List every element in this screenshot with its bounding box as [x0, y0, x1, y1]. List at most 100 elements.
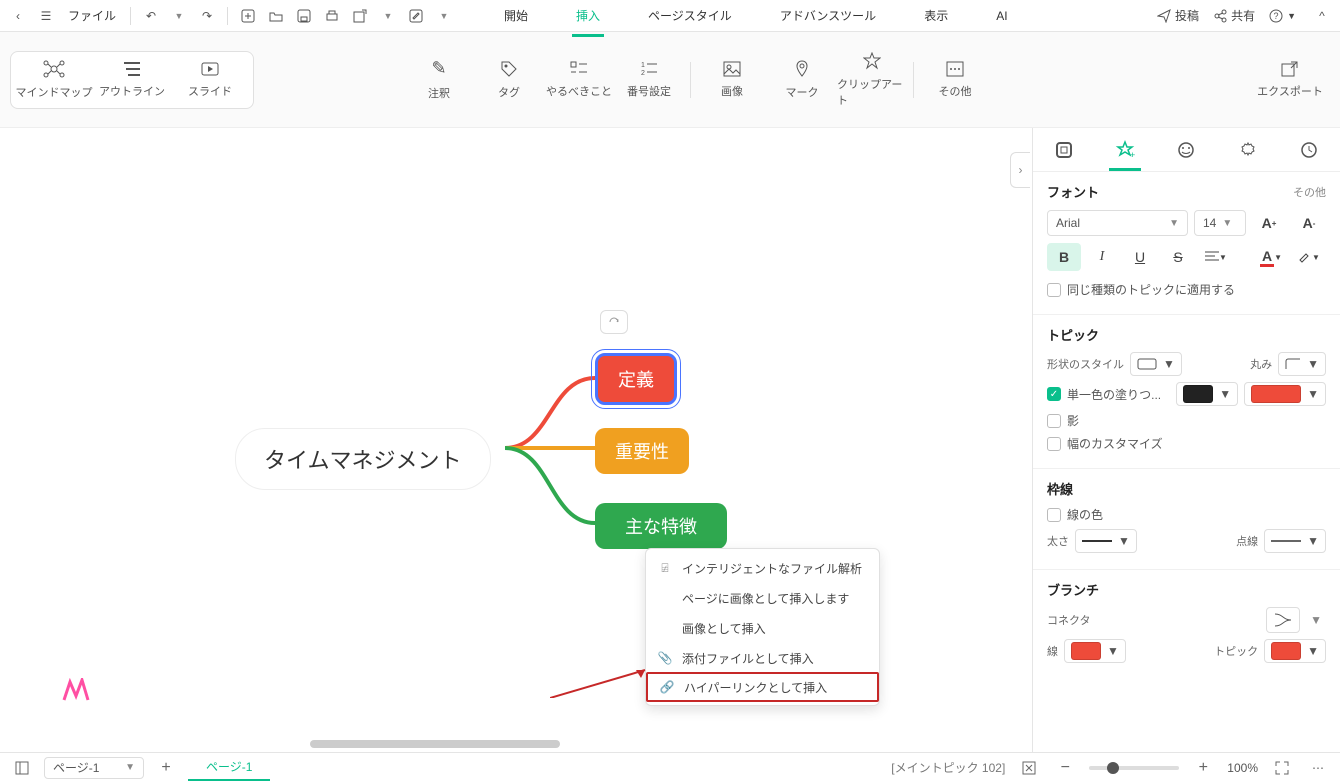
- ctx-intelligent-parse[interactable]: ⍯インテリジェントなファイル解析: [646, 553, 879, 583]
- topic-color-select[interactable]: ▼: [1264, 639, 1326, 663]
- topic-features[interactable]: 主な特徴: [595, 503, 727, 549]
- align-button[interactable]: ▼: [1199, 243, 1233, 271]
- outline-pane-icon[interactable]: [10, 756, 34, 780]
- chevron-down-icon[interactable]: ▼: [1306, 613, 1326, 627]
- ctx-insert-image[interactable]: 画像として挿入: [646, 613, 879, 643]
- page-select[interactable]: ページ-1▼: [44, 757, 144, 779]
- decrease-font-button[interactable]: A-: [1292, 209, 1326, 237]
- outline-icon: [122, 61, 142, 77]
- highlight-button[interactable]: ▼: [1292, 243, 1326, 271]
- slide-mode-button[interactable]: スライド: [171, 60, 249, 100]
- file-menu[interactable]: ファイル: [62, 7, 122, 24]
- more-status-icon[interactable]: ⋯: [1306, 756, 1330, 780]
- ctx-insert-page-image[interactable]: ページに画像として挿入します: [646, 583, 879, 613]
- central-topic[interactable]: タイムマネジメント: [235, 428, 491, 490]
- panel-tab-emoji[interactable]: [1166, 130, 1206, 170]
- share-button[interactable]: 共有: [1213, 7, 1255, 24]
- open-icon[interactable]: [264, 4, 288, 28]
- numbering-button[interactable]: 12番号設定: [614, 52, 684, 108]
- new-icon[interactable]: [236, 4, 260, 28]
- menu-icon[interactable]: ☰: [34, 4, 58, 28]
- mark-button[interactable]: マーク: [767, 52, 837, 108]
- thickness-select[interactable]: ▼: [1075, 529, 1137, 553]
- outline-mode-button[interactable]: アウトライン: [93, 60, 171, 100]
- clipart-button[interactable]: クリップアート: [837, 52, 907, 108]
- round-select[interactable]: ▼: [1278, 352, 1326, 376]
- tag-button[interactable]: タグ: [474, 52, 544, 108]
- label: 画像として挿入: [682, 620, 766, 637]
- tab-insert[interactable]: 挿入: [572, 1, 604, 30]
- add-page-button[interactable]: +: [154, 756, 178, 780]
- panel-tab-style[interactable]: +: [1105, 130, 1145, 170]
- dropdown-icon[interactable]: ▼: [432, 4, 456, 28]
- ctx-insert-attachment[interactable]: 📎添付ファイルとして挿入: [646, 643, 879, 673]
- page-tab-1[interactable]: ページ-1: [188, 754, 270, 781]
- width-checkbox[interactable]: [1047, 437, 1061, 451]
- node-toolbar-icon[interactable]: [600, 310, 628, 334]
- redo-icon[interactable]: ↷: [195, 4, 219, 28]
- chevron-down-icon: ▼: [1169, 218, 1179, 229]
- edit-icon[interactable]: [404, 4, 428, 28]
- line-color-select[interactable]: ▼: [1064, 639, 1126, 663]
- shadow-checkbox[interactable]: [1047, 414, 1061, 428]
- topic-definition[interactable]: 定義: [595, 353, 677, 405]
- zoom-in-button[interactable]: +: [1191, 756, 1215, 780]
- more-button[interactable]: その他: [920, 52, 990, 108]
- collapse-ribbon-icon[interactable]: ^: [1310, 4, 1334, 28]
- post-button[interactable]: 投稿: [1157, 7, 1199, 24]
- border-section: 枠線 線の色 太さ ▼ 点線 ▼: [1033, 469, 1340, 570]
- fill-color-1[interactable]: ▼: [1176, 382, 1238, 406]
- value: 14: [1203, 216, 1216, 230]
- tab-advanced[interactable]: アドバンスツール: [776, 1, 880, 30]
- tab-view[interactable]: 表示: [920, 1, 952, 30]
- slider-thumb[interactable]: [1107, 762, 1119, 774]
- fit-screen-icon[interactable]: [1017, 756, 1041, 780]
- shape-style-select[interactable]: ▼: [1130, 352, 1182, 376]
- fill-color-2[interactable]: ▼: [1244, 382, 1326, 406]
- zoom-out-button[interactable]: −: [1053, 756, 1077, 780]
- section-title: トピック: [1047, 325, 1099, 344]
- label: 同じ種類のトピックに適用する: [1067, 281, 1235, 298]
- undo-dropdown-icon[interactable]: ▼: [167, 4, 191, 28]
- panel-tab-settings[interactable]: [1228, 130, 1268, 170]
- increase-font-button[interactable]: A+: [1252, 209, 1286, 237]
- zoom-slider[interactable]: [1089, 766, 1179, 770]
- dropdown-icon[interactable]: ▼: [376, 4, 400, 28]
- panel-tab-layout[interactable]: [1044, 130, 1084, 170]
- share-export-icon[interactable]: [348, 4, 372, 28]
- back-icon[interactable]: ‹: [6, 4, 30, 28]
- save-icon[interactable]: [292, 4, 316, 28]
- panel-toggle-button[interactable]: ›: [1010, 152, 1030, 188]
- tab-start[interactable]: 開始: [500, 1, 532, 30]
- font-family-select[interactable]: Arial▼: [1047, 210, 1188, 236]
- font-color-button[interactable]: A▼: [1254, 243, 1288, 271]
- annotation-button[interactable]: ✎注釈: [404, 52, 474, 108]
- fullscreen-icon[interactable]: [1270, 756, 1294, 780]
- underline-button[interactable]: U: [1123, 243, 1157, 271]
- help-button[interactable]: ?▼: [1269, 9, 1296, 23]
- italic-button[interactable]: I: [1085, 243, 1119, 271]
- panel-tab-history[interactable]: [1289, 130, 1329, 170]
- font-size-select[interactable]: 14▼: [1194, 210, 1246, 236]
- annotation-arrow: [550, 668, 650, 698]
- print-icon[interactable]: [320, 4, 344, 28]
- mindmap-mode-button[interactable]: マインドマップ: [15, 60, 93, 100]
- todo-button[interactable]: やるべきこと: [544, 52, 614, 108]
- tab-page-style[interactable]: ページスタイル: [644, 1, 736, 30]
- undo-icon[interactable]: ↶: [139, 4, 163, 28]
- topic-importance[interactable]: 重要性: [595, 428, 689, 474]
- apply-same-checkbox[interactable]: [1047, 283, 1061, 297]
- border-color-checkbox[interactable]: [1047, 508, 1061, 522]
- ctx-insert-hyperlink[interactable]: 🔗ハイパーリンクとして挿入: [646, 672, 879, 702]
- canvas[interactable]: タイムマネジメント 定義 重要性 主な特徴 ⍯インテリジェントなファイル解析 ペ…: [0, 128, 1030, 752]
- tab-ai[interactable]: AI: [992, 3, 1011, 29]
- fill-checkbox[interactable]: ✓: [1047, 387, 1061, 401]
- bold-button[interactable]: B: [1047, 243, 1081, 271]
- horizontal-scrollbar[interactable]: [310, 740, 560, 748]
- dotted-select[interactable]: ▼: [1264, 529, 1326, 553]
- export-button[interactable]: エクスポート: [1250, 61, 1330, 99]
- font-more-link[interactable]: その他: [1293, 184, 1326, 200]
- image-button[interactable]: 画像: [697, 52, 767, 108]
- connector-style-select[interactable]: [1266, 607, 1300, 633]
- strike-button[interactable]: S: [1161, 243, 1195, 271]
